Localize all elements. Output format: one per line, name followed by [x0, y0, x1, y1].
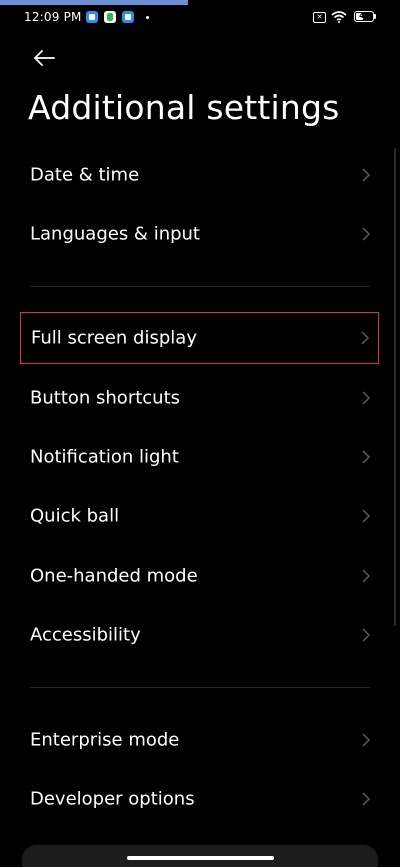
chevron-right-icon	[362, 733, 371, 747]
blue-app-icon	[86, 11, 98, 23]
section-divider	[30, 687, 370, 688]
settings-item-notification-light[interactable]: Notification light	[20, 433, 379, 481]
settings-item-languages-input[interactable]: Languages & input	[20, 210, 379, 258]
settings-item-label: Full screen display	[31, 327, 197, 349]
battery-tip	[374, 14, 376, 19]
settings-item-developer-options[interactable]: Developer options	[20, 775, 379, 823]
settings-item-label: Notification light	[30, 446, 179, 468]
more-notifications-dot-icon	[146, 16, 149, 19]
settings-item-label: Languages & input	[30, 223, 200, 245]
settings-item-enterprise-mode[interactable]: Enterprise mode	[20, 716, 379, 764]
chevron-right-icon	[362, 792, 371, 806]
wifi-icon	[331, 11, 347, 23]
battery-icon: 40	[354, 11, 374, 22]
settings-item-label: One-handed mode	[30, 565, 198, 587]
home-indicator[interactable]	[127, 856, 274, 860]
settings-item-full-screen-display[interactable]: Full screen display	[20, 312, 379, 364]
blue-app-icon	[122, 11, 134, 23]
settings-item-label: Date & time	[30, 164, 140, 186]
chevron-right-icon	[362, 569, 371, 583]
chevron-right-icon	[362, 168, 371, 182]
settings-item-one-handed-mode[interactable]: One-handed mode	[20, 552, 379, 600]
settings-item-quick-ball[interactable]: Quick ball	[20, 492, 379, 540]
settings-item-button-shortcuts[interactable]: Button shortcuts	[20, 374, 379, 422]
chevron-right-icon	[362, 227, 371, 241]
chevron-right-icon	[362, 450, 371, 464]
settings-item-label: Enterprise mode	[30, 729, 180, 751]
no-sim-icon: ✕	[313, 12, 326, 23]
back-button[interactable]	[22, 42, 62, 74]
green-app-icon	[104, 11, 116, 23]
status-bar: 12:09 PM ✕ 40	[0, 0, 400, 34]
settings-item-accessibility[interactable]: Accessibility	[20, 611, 379, 659]
status-time: 12:09 PM	[24, 10, 82, 24]
settings-item-label: Accessibility	[30, 624, 141, 646]
settings-item-date-time[interactable]: Date & time	[20, 151, 379, 199]
settings-screen: 12:09 PM ✕ 40 Additional settings Date &…	[0, 0, 400, 867]
battery-level: 40	[359, 12, 369, 20]
settings-item-label: Button shortcuts	[30, 387, 181, 409]
settings-item-label: Quick ball	[30, 505, 120, 527]
arrow-left-icon	[34, 50, 55, 66]
settings-item-label: Developer options	[30, 788, 195, 810]
chevron-right-icon	[361, 331, 370, 345]
chevron-right-icon	[362, 628, 371, 642]
section-divider	[30, 286, 370, 287]
chevron-right-icon	[362, 391, 371, 405]
scrollbar[interactable]	[394, 148, 396, 626]
chevron-right-icon	[362, 509, 371, 523]
page-title: Additional settings	[28, 88, 340, 127]
